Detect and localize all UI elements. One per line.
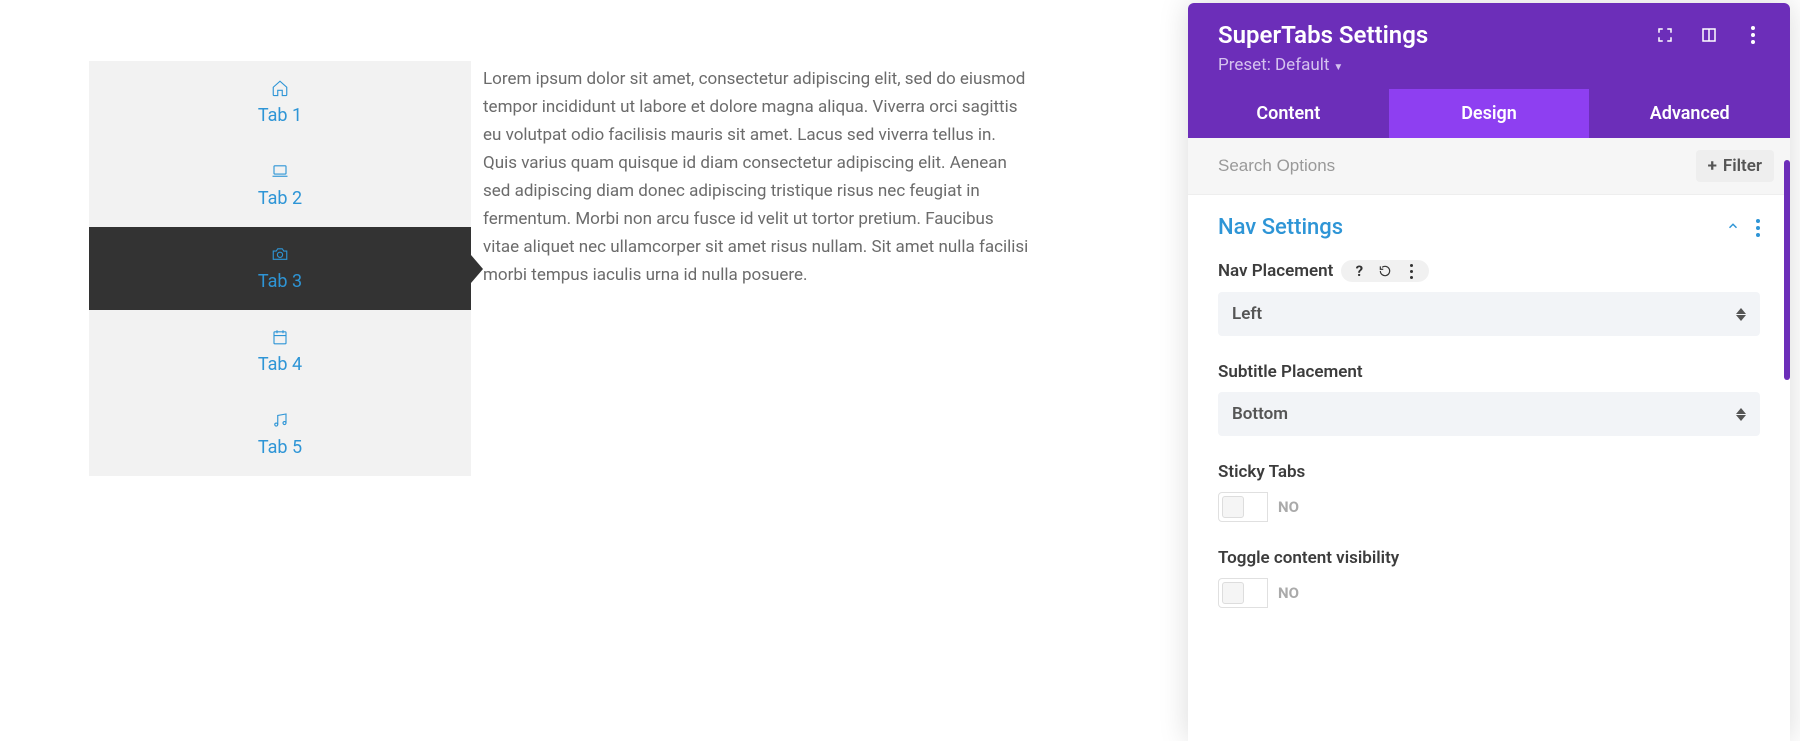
help-icon[interactable]: ? <box>1351 263 1367 279</box>
tab-content-design[interactable]: Content <box>1188 89 1389 138</box>
toggle-state: NO <box>1268 498 1299 516</box>
layout-icon[interactable] <box>1700 26 1718 44</box>
fullscreen-icon[interactable] <box>1656 26 1674 44</box>
plus-icon: + <box>1708 156 1717 176</box>
tab-content: Lorem ipsum dolor sit amet, consectetur … <box>471 61 1029 289</box>
more-icon[interactable] <box>1744 26 1762 44</box>
preview-area: Tab 1 Tab 2 Tab 3 Tab 4 Tab 5 Lore <box>89 61 1029 476</box>
sticky-tabs-toggle[interactable] <box>1218 492 1268 522</box>
subtitle-placement-select[interactable]: Bottom <box>1218 392 1760 436</box>
chevron-up-icon[interactable] <box>1726 218 1740 237</box>
tab-label: Tab 2 <box>258 188 302 209</box>
reset-icon[interactable] <box>1377 263 1393 279</box>
setting-label: Nav Placement <box>1218 261 1333 281</box>
music-icon <box>270 411 290 429</box>
tab-2[interactable]: Tab 2 <box>89 144 471 227</box>
laptop-icon <box>270 162 290 180</box>
setting-label: Subtitle Placement <box>1218 362 1363 382</box>
tab-label: Tab 3 <box>258 271 302 292</box>
panel-title: SuperTabs Settings <box>1218 21 1428 49</box>
home-icon <box>270 79 290 97</box>
tab-5[interactable]: Tab 5 <box>89 393 471 476</box>
calendar-icon <box>270 328 290 346</box>
setting-label: Sticky Tabs <box>1218 462 1305 482</box>
tab-advanced[interactable]: Advanced <box>1589 89 1790 138</box>
subtitle-placement-setting: Subtitle Placement Bottom <box>1218 362 1760 436</box>
nav-placement-select[interactable]: Left <box>1218 292 1760 336</box>
preset-selector[interactable]: Preset: Default▼ <box>1218 55 1768 75</box>
section-title[interactable]: Nav Settings <box>1218 215 1343 240</box>
setting-more-icon[interactable] <box>1403 263 1419 279</box>
tab-label: Tab 1 <box>258 105 302 126</box>
tabs-nav: Tab 1 Tab 2 Tab 3 Tab 4 Tab 5 <box>89 61 471 476</box>
setting-label: Toggle content visibility <box>1218 548 1399 568</box>
camera-icon <box>270 245 290 263</box>
search-bar: + Filter <box>1188 138 1790 195</box>
toggle-visibility-toggle[interactable] <box>1218 578 1268 608</box>
toggle-visibility-setting: Toggle content visibility NO <box>1218 548 1760 608</box>
nav-settings-section: Nav Settings Nav Placement ? Left <box>1188 195 1790 608</box>
tab-1[interactable]: Tab 1 <box>89 61 471 144</box>
section-more-icon[interactable] <box>1756 219 1760 237</box>
sticky-tabs-setting: Sticky Tabs NO <box>1218 462 1760 522</box>
tab-3[interactable]: Tab 3 <box>89 227 471 310</box>
tab-design[interactable]: Design <box>1389 89 1590 138</box>
settings-panel: SuperTabs Settings Preset: Default▼ Cont… <box>1188 3 1790 741</box>
tab-label: Tab 5 <box>258 437 302 458</box>
tab-label: Tab 4 <box>258 354 302 375</box>
toggle-state: NO <box>1268 584 1299 602</box>
sort-icon <box>1736 308 1746 321</box>
setting-help: ? <box>1341 260 1429 282</box>
panel-tabs: Content Design Advanced <box>1188 89 1790 138</box>
search-input[interactable] <box>1218 156 1696 176</box>
nav-placement-setting: Nav Placement ? Left <box>1218 260 1760 336</box>
filter-button[interactable]: + Filter <box>1696 150 1774 182</box>
sort-icon <box>1736 408 1746 421</box>
panel-header: SuperTabs Settings Preset: Default▼ <box>1188 3 1790 89</box>
scrollbar[interactable] <box>1784 160 1790 380</box>
tab-4[interactable]: Tab 4 <box>89 310 471 393</box>
